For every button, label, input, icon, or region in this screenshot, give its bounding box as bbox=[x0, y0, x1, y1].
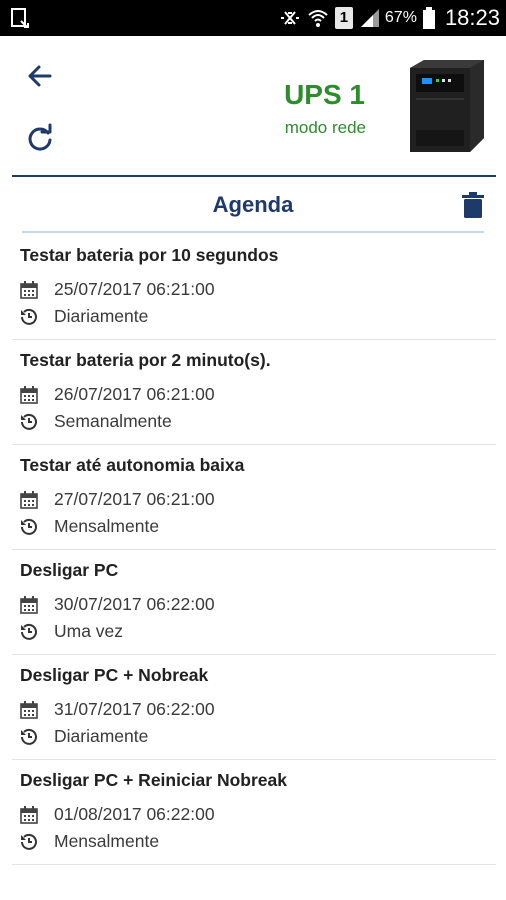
calendar-icon bbox=[20, 595, 38, 614]
schedule-item-datetime: 31/07/2017 06:22:00 bbox=[54, 699, 215, 719]
refresh-icon[interactable] bbox=[24, 122, 56, 154]
calendar-icon bbox=[20, 385, 38, 404]
schedule-item-title: Desligar PC + Reiniciar Nobreak bbox=[20, 770, 287, 790]
schedule-item-date-row: 01/08/2017 06:22:00 bbox=[20, 804, 215, 825]
schedule-item[interactable]: Desligar PC + Nobreak 31/07/2017 06:22:0… bbox=[12, 655, 496, 760]
repeat-clock-icon bbox=[21, 413, 37, 430]
schedule-item-title: Testar até autonomia baixa bbox=[20, 455, 245, 475]
schedule-item-date-row: 30/07/2017 06:22:00 bbox=[20, 594, 215, 615]
schedule-item[interactable]: Desligar PC + Reiniciar Nobreak 01/08/20… bbox=[12, 760, 496, 865]
schedule-item-repeat: Mensalmente bbox=[54, 516, 160, 536]
ups-mode: modo rede bbox=[284, 118, 366, 137]
mute-icon bbox=[280, 11, 299, 25]
header-divider bbox=[12, 175, 496, 177]
schedule-item-datetime: 30/07/2017 06:22:00 bbox=[54, 594, 215, 614]
wifi-icon bbox=[308, 10, 328, 27]
schedule-item-repeat: Diariamente bbox=[54, 306, 149, 326]
repeat-clock-icon bbox=[21, 623, 37, 640]
calendar-icon bbox=[20, 280, 38, 299]
battery-percent: 67% bbox=[384, 9, 417, 26]
app-header: UPS 1 modo rede bbox=[0, 36, 506, 176]
calendar-icon bbox=[20, 805, 38, 824]
battery-icon bbox=[422, 7, 435, 29]
repeat-clock-icon bbox=[21, 728, 37, 745]
ups-device-image bbox=[410, 60, 484, 152]
repeat-clock-icon bbox=[21, 308, 37, 325]
screenshot-icon bbox=[11, 8, 29, 28]
schedule-item-repeat: Semanalmente bbox=[54, 411, 172, 431]
repeat-clock-icon bbox=[21, 833, 37, 850]
schedule-item-repeat-row: Mensalmente bbox=[20, 831, 159, 852]
schedule-item-date-row: 27/07/2017 06:21:00 bbox=[20, 489, 215, 510]
status-bar: 1 67% 18:23 bbox=[0, 0, 506, 36]
calendar-icon bbox=[20, 700, 38, 719]
schedule-item-datetime: 25/07/2017 06:21:00 bbox=[54, 279, 215, 299]
schedule-item-title: Desligar PC bbox=[20, 560, 119, 580]
schedule-item-repeat: Uma vez bbox=[54, 621, 124, 641]
schedule-item[interactable]: Testar até autonomia baixa 27/07/2017 06… bbox=[12, 445, 496, 550]
schedule-item-datetime: 26/07/2017 06:21:00 bbox=[54, 384, 215, 404]
schedule-item-datetime: 27/07/2017 06:21:00 bbox=[54, 489, 215, 509]
schedule-item[interactable]: Desligar PC 30/07/2017 06:22:00 Uma vez bbox=[12, 550, 496, 655]
schedule-item-title: Testar bateria por 2 minuto(s). bbox=[20, 350, 271, 370]
repeat-clock-icon bbox=[21, 518, 37, 535]
schedule-item-repeat-row: Mensalmente bbox=[20, 516, 159, 537]
schedule-item-repeat: Mensalmente bbox=[54, 831, 160, 851]
ups-name: UPS 1 bbox=[284, 79, 365, 110]
schedule-item-repeat: Diariamente bbox=[54, 726, 149, 746]
trash-icon[interactable] bbox=[462, 192, 484, 218]
schedule-item-repeat-row: Uma vez bbox=[20, 621, 123, 642]
schedule-list: Testar bateria por 10 segundos 25/07/201… bbox=[12, 235, 496, 865]
schedule-item-datetime: 01/08/2017 06:22:00 bbox=[54, 804, 215, 824]
schedule-item-date-row: 31/07/2017 06:22:00 bbox=[20, 699, 215, 720]
sim-icon: 1 bbox=[334, 7, 353, 29]
signal-icon bbox=[360, 9, 379, 27]
schedule-item-title: Testar bateria por 10 segundos bbox=[20, 245, 279, 265]
calendar-icon bbox=[20, 490, 38, 509]
title-underline bbox=[22, 231, 484, 233]
section-title: Agenda bbox=[212, 192, 294, 217]
schedule-item[interactable]: Testar bateria por 2 minuto(s). 26/07/20… bbox=[12, 340, 496, 445]
schedule-item[interactable]: Testar bateria por 10 segundos 25/07/201… bbox=[12, 235, 496, 340]
schedule-item-date-row: 26/07/2017 06:21:00 bbox=[20, 384, 215, 405]
schedule-item-repeat-row: Diariamente bbox=[20, 306, 148, 327]
clock: 18:23 bbox=[444, 5, 500, 30]
schedule-item-title: Desligar PC + Nobreak bbox=[20, 665, 209, 685]
schedule-item-repeat-row: Diariamente bbox=[20, 726, 148, 747]
arrow-back-icon[interactable] bbox=[24, 60, 56, 92]
schedule-item-repeat-row: Semanalmente bbox=[20, 411, 172, 432]
schedule-item-date-row: 25/07/2017 06:21:00 bbox=[20, 279, 215, 300]
